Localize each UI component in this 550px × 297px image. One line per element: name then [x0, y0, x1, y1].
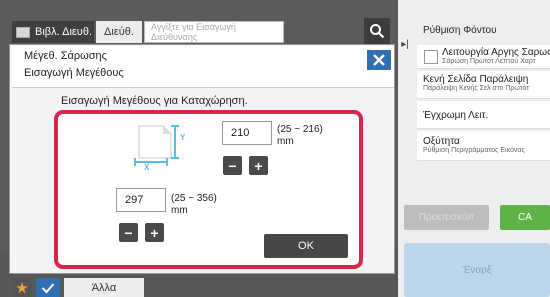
confirm-check-button[interactable]: [36, 278, 60, 297]
dialog-title: Μέγεθ. Σάρωσης: [24, 50, 107, 62]
rp-item-title: Ρύθμιση Φόντου: [423, 25, 497, 36]
checkmark-icon: [41, 282, 55, 293]
x-minus-button[interactable]: −: [119, 223, 138, 242]
dialog-subtitle: Εισαγωγή Μεγέθους: [24, 67, 124, 79]
favorite-star-icon[interactable]: ★: [12, 278, 32, 297]
checkbox-icon[interactable]: [424, 50, 438, 64]
preview-button[interactable]: Προεπισκόπ: [404, 205, 489, 230]
x-range-text: (25 ~ 356) mm: [171, 193, 217, 216]
rp-item-blank-page-skip[interactable]: Κενή Σελίδα Παράλειψη Παράλειψη Κενής Σε…: [417, 71, 550, 99]
search-icon: [370, 24, 385, 39]
y-axis-label: Y: [180, 133, 186, 142]
y-size-input[interactable]: 210: [222, 121, 272, 145]
x-axis-label: X: [144, 163, 150, 172]
address-book-icon: [16, 26, 30, 38]
tab-address[interactable]: Διεύθ.: [96, 21, 142, 43]
rp-item-title: Κενή Σελίδα Παράλειψη: [423, 74, 529, 85]
y-plus-button[interactable]: +: [249, 156, 268, 175]
y-minus-button[interactable]: −: [223, 156, 242, 175]
rp-item-subtitle: Ρύθμιση Περιγράμματος Εικόνας: [423, 147, 525, 154]
close-icon: [373, 54, 385, 66]
rp-item-color-mode[interactable]: Έγχρωμη Λειτ.: [417, 101, 550, 129]
rp-item-background[interactable]: Ρύθμιση Φόντου: [417, 20, 550, 42]
address-input[interactable]: Αγγίξτε για Εισαγωγή Διεύθυνσης: [144, 21, 284, 43]
y-range-text: (25 ~ 216) mm: [277, 124, 323, 147]
other-button[interactable]: Άλλα: [64, 278, 144, 297]
rp-item-slow-scan[interactable]: Λειτουργία Αργης Σαρωσης Σάρωση Πρωτοτ Λ…: [417, 45, 550, 69]
close-button[interactable]: [367, 50, 391, 70]
rp-item-sharpness[interactable]: Οξύτητα Ρύθμιση Περιγράμματος Εικόνας: [417, 131, 550, 161]
ca-button[interactable]: CA: [500, 205, 550, 230]
paper-size-icon: [134, 125, 179, 166]
x-size-input[interactable]: 297: [116, 188, 166, 212]
x-plus-button[interactable]: +: [145, 223, 164, 242]
instruction-text: Εισαγωγή Μεγέθους για Καταχώρηση.: [61, 95, 248, 107]
panel-toggle-icon[interactable]: ▸|: [398, 35, 412, 53]
start-button[interactable]: Έναρξ: [404, 243, 550, 297]
tab-address-book-label: Βιβλ. Διευθ.: [35, 26, 92, 38]
rp-item-title: Οξύτητα: [423, 136, 460, 147]
rp-item-title: Έγχρωμη Λειτ.: [423, 110, 489, 121]
tab-address-book[interactable]: Βιβλ. Διευθ.: [12, 21, 94, 43]
rp-item-subtitle: Παράλειψη Κενής Σελ στο Πρωτότ: [423, 85, 530, 92]
search-button[interactable]: [364, 18, 390, 44]
ok-button[interactable]: OK: [264, 234, 348, 258]
